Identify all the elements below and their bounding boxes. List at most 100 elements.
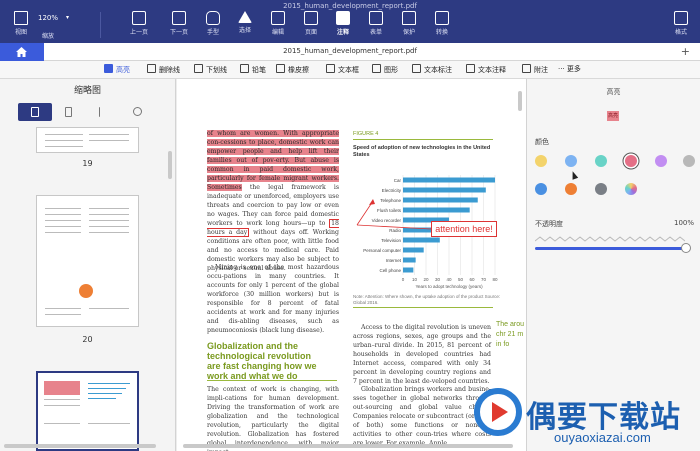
thumbnail-scrollbar-horizontal[interactable] [4,444,156,448]
callout-arrow[interactable] [353,197,433,237]
text-comment-icon [466,64,475,73]
window-title: 2015_human_development_report.pdf [283,2,417,10]
page-thumbnail[interactable] [36,127,139,153]
format-button[interactable]: 格式 [666,11,696,41]
shape-icon [372,64,381,73]
edit-button[interactable]: 编辑 [263,11,293,41]
chart-bar [403,267,414,273]
edit-text-icon [271,11,285,25]
strikethrough-tool[interactable]: 删除线 [147,64,180,75]
prev-page-button[interactable]: 上一页 [124,11,154,41]
more-tools[interactable]: ··· 更多 [558,64,581,74]
chart-category-label: Internet [386,258,402,263]
textbox-tool[interactable]: 文本框 [326,64,359,75]
next-page-button[interactable]: 下一页 [164,11,194,41]
watermark-logo [474,388,522,436]
tab-search[interactable] [120,103,154,121]
document-tab-title[interactable]: 2015_human_development_report.pdf [0,47,700,55]
comment-button[interactable]: 注释 [328,11,358,41]
prev-page-icon [132,11,146,25]
chart-tick-label: 80 [492,277,498,282]
eraser-tool[interactable]: 橡皮擦 [276,64,309,75]
color-swatch-gray[interactable] [683,155,695,167]
pencil-icon [240,64,249,73]
protect-button[interactable]: 保护 [394,11,424,41]
attachment-tool[interactable]: 附注 [522,64,548,75]
view-button[interactable]: 视图 [6,11,36,41]
color-swatch-slate[interactable] [595,183,607,195]
document-scrollbar-vertical[interactable] [518,91,522,111]
page-button[interactable]: 页面 [296,11,326,41]
page-thumbnail-current[interactable] [36,371,139,451]
attachment-icon [522,64,531,73]
figure-title: Speed of adoption of new technologies in… [353,145,491,158]
thumbnail-scrollbar-vertical[interactable] [168,151,172,179]
chart-bar [403,237,440,243]
select-tool-button[interactable]: 选择 [230,11,260,41]
mouse-pointer [569,170,579,180]
chart-x-axis-label: Years to adopt technology (years) [415,284,483,289]
underline-icon [194,64,203,73]
left-column-paragraph-2: Mining is one of the most hazardous occu… [207,264,339,334]
chart-category-label: Car [394,178,402,183]
color-swatch-orange[interactable] [565,183,577,195]
tab-thumbnails[interactable] [18,103,52,121]
text-comment-tool[interactable]: 文本注释 [466,64,506,75]
eraser-icon [276,64,285,73]
text-callout-tool[interactable]: 文本标注 [412,64,452,75]
zoom-label: 缩放 [42,33,55,40]
stroke-preview [535,236,685,242]
opacity-slider-track[interactable] [535,247,683,250]
shape-tool[interactable]: 图形 [372,64,398,75]
thumbnail-panel: 缩略图 19 20 [0,79,176,451]
text-callout-annotation[interactable]: attention here! [431,221,497,237]
underline-tool[interactable]: 下划线 [194,64,227,75]
chart-bar [403,247,424,253]
heading-rule [207,380,337,381]
figure-label: FIGURE 4 [353,131,379,137]
highlight-preview: 高亮 [607,111,619,121]
toolbar-divider [100,12,101,38]
cursor-icon [238,11,252,23]
lock-icon [402,11,416,25]
tab-outline[interactable] [86,103,120,121]
figure-bottom-rule [353,307,493,308]
page-thumbnail-icon [31,107,39,117]
convert-button[interactable]: 转换 [427,11,457,41]
left-column-paragraph-3: The context of work is changing, with im… [207,386,339,451]
zoom-value[interactable]: 120% [38,14,58,22]
hand-tool-button[interactable]: 手型 [198,11,228,41]
highlight-tool[interactable]: 高亮 [104,64,130,75]
new-tab-button[interactable]: + [681,45,690,58]
chart-tick-label: 40 [446,277,452,282]
color-swatch-dark-blue[interactable] [535,183,547,195]
document-page[interactable]: of whom are women. With appropriate con-… [177,79,526,451]
color-swatch-blue[interactable] [565,155,577,167]
color-picker-wheel[interactable] [625,183,637,195]
left-column-paragraph-1[interactable]: of whom are women. With appropriate con-… [207,129,339,273]
color-swatch-pink-selected[interactable] [625,155,637,167]
document-scrollbar-horizontal[interactable] [183,444,513,448]
highlight-annotation[interactable]: of whom are women. With appropriate con-… [207,130,339,191]
figure-rule [353,139,493,140]
color-swatch-teal[interactable] [595,155,607,167]
document-tab-bar: 2015_human_development_report.pdf + [0,43,700,61]
chart-bar [403,177,495,183]
properties-panel-title: 高亮 [606,88,621,96]
form-button[interactable]: 表单 [361,11,391,41]
strikethrough-icon [147,64,156,73]
hand-icon [206,11,220,25]
opacity-slider-handle[interactable] [681,243,691,253]
thumbnail-panel-title: 缩略图 [73,86,101,96]
zoom-dropdown-icon[interactable]: ▾ [66,14,69,21]
highlight-icon [104,64,113,73]
chart-category-label: Television [381,238,401,243]
color-swatch-yellow[interactable] [535,155,547,167]
pencil-tool[interactable]: 铅笔 [240,64,266,75]
tab-bookmarks[interactable] [52,103,86,121]
format-panel-icon [674,11,688,25]
page-thumbnail[interactable] [36,195,139,327]
search-icon [133,107,142,116]
color-swatch-purple[interactable] [655,155,667,167]
pdf-editor-app: 2015_human_development_report.pdf 视图 120… [0,0,700,451]
